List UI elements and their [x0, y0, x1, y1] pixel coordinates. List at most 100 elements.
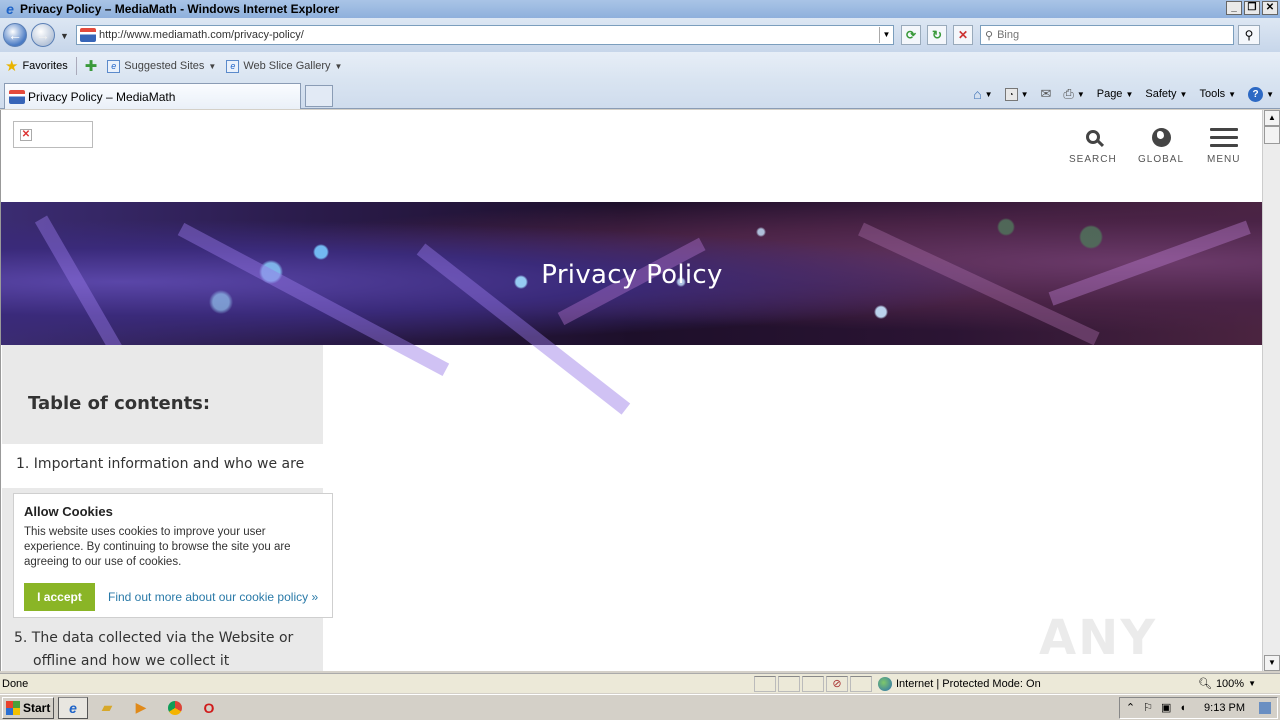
site-favicon-icon [80, 28, 96, 42]
search-go-button[interactable]: ⚲ [1238, 25, 1260, 45]
address-url[interactable]: http://www.mediamath.com/privacy-policy/ [99, 29, 879, 41]
window-controls: _ ❐ ✕ [1226, 1, 1278, 15]
site-logo[interactable]: ✕ [13, 121, 93, 148]
favorites-bar: ★ Favorites ✚ e Suggested Sites ▼ e Web … [0, 52, 1280, 80]
suggested-sites-link[interactable]: e Suggested Sites ▼ [107, 59, 216, 73]
page-title: Privacy Policy [541, 260, 723, 290]
search-nav-label: SEARCH [1069, 154, 1117, 165]
help-menu[interactable]: ? ▼ [1248, 86, 1274, 102]
compatibility-view-button[interactable]: ⟳ [901, 25, 921, 45]
zoom-level: 100% [1215, 677, 1245, 690]
add-to-favorites-icon[interactable]: ✚ [85, 57, 98, 75]
global-nav-button[interactable]: GLOBAL [1138, 126, 1184, 165]
anyrun-watermark: ANY RUN [1039, 610, 1159, 671]
toc-item[interactable]: 1. Important information and who we are [2, 444, 323, 488]
print-button[interactable]: ⎙ ▼ [1063, 86, 1084, 102]
minimize-button[interactable]: _ [1226, 1, 1242, 15]
refresh-button[interactable]: ↻ [927, 25, 947, 45]
scroll-thumb[interactable] [1264, 126, 1280, 144]
search-box[interactable]: ⚲ [980, 25, 1234, 45]
chevron-down-icon: ▼ [984, 89, 993, 99]
show-desktop-icon[interactable] [1259, 701, 1271, 714]
menu-nav-label: MENU [1207, 154, 1241, 165]
favorites-button[interactable]: Favorites [22, 60, 67, 72]
search-input[interactable] [997, 29, 1218, 41]
toc-item-label: 1. Important information and who we are [16, 456, 305, 472]
ie-icon: e [69, 699, 77, 716]
accept-cookies-button[interactable]: I accept [24, 583, 95, 611]
taskbar-explorer-button[interactable]: ▰ [92, 697, 122, 719]
tools-menu[interactable]: Tools ▼ [1199, 88, 1236, 100]
global-nav-label: GLOBAL [1138, 154, 1185, 165]
restore-button[interactable]: ❐ [1244, 1, 1260, 15]
page-menu[interactable]: Page ▼ [1097, 88, 1134, 100]
recent-pages-dropdown-icon[interactable]: ▼ [60, 31, 69, 41]
taskbar-chrome-button[interactable] [160, 697, 190, 719]
home-button[interactable]: ⌂ ▼ [973, 86, 992, 102]
toc-item[interactable]: 5. The data collected via the Website or… [14, 627, 293, 671]
cookie-consent-banner: Allow Cookies This website uses cookies … [13, 493, 333, 618]
folder-icon: ▰ [101, 699, 113, 715]
status-text: Done [2, 677, 29, 690]
web-slice-gallery-link[interactable]: e Web Slice Gallery ▼ [226, 59, 342, 73]
address-bar[interactable]: http://www.mediamath.com/privacy-policy/… [76, 25, 894, 45]
start-label: Start [23, 700, 51, 715]
search-icon: ⚲ [985, 29, 994, 42]
taskbar-opera-button[interactable]: O [194, 697, 224, 719]
read-mail-button[interactable]: ✉ [1041, 86, 1052, 102]
volume-icon[interactable]: ◖ [1179, 702, 1186, 714]
scroll-down-icon[interactable]: ▼ [1264, 655, 1280, 671]
security-zone[interactable]: Internet | Protected Mode: On [878, 676, 1118, 691]
windows-logo-icon [6, 700, 20, 715]
menu-nav-button[interactable]: MENU [1207, 126, 1240, 165]
hamburger-menu-icon [1209, 127, 1238, 147]
globe-icon [1151, 127, 1171, 147]
status-bar: Done ⊘ Internet | Protected Mode: On 🔍︎ … [0, 673, 1280, 693]
safety-menu[interactable]: Safety ▼ [1145, 88, 1187, 100]
internet-zone-icon [878, 676, 892, 691]
favorites-star-icon[interactable]: ★ [5, 57, 18, 75]
status-cell [754, 675, 776, 692]
mail-icon: ✉ [1040, 86, 1052, 101]
window-title-bar: e Privacy Policy – MediaMath - Windows I… [0, 0, 1280, 18]
close-button[interactable]: ✕ [1262, 1, 1278, 15]
toc-item-label-continued: offline and how we collect it [33, 653, 230, 669]
chevron-down-icon: ▼ [1020, 89, 1029, 99]
popup-blocker-icon[interactable]: ⊘ [826, 675, 848, 692]
status-cell [778, 675, 800, 692]
toc-title: Table of contents: [28, 393, 211, 414]
scroll-up-icon[interactable]: ▲ [1264, 110, 1280, 126]
show-hidden-icons-icon[interactable]: ⌃ [1126, 701, 1135, 714]
vertical-scrollbar[interactable]: ▲ ▼ [1262, 110, 1280, 671]
back-button[interactable]: ← [3, 23, 27, 47]
action-center-flag-icon[interactable]: ⚐ [1143, 701, 1153, 714]
ie-page-icon: e [226, 59, 240, 73]
cookie-text: This website uses cookies to improve you… [24, 526, 291, 568]
printer-icon: ⎙ [1063, 86, 1074, 101]
taskbar-ie-button[interactable]: e [58, 696, 88, 719]
search-nav-button[interactable]: SEARCH [1069, 126, 1117, 165]
cookie-policy-link[interactable]: Find out more about our cookie policy » [108, 590, 318, 604]
chevron-down-icon: ▼ [1179, 89, 1188, 99]
chevron-down-icon: ▼ [1076, 89, 1085, 99]
status-cell [850, 675, 872, 692]
taskbar-media-player-button[interactable]: ▶ [126, 697, 156, 719]
new-tab-button[interactable] [305, 85, 333, 107]
media-player-icon: ▶ [135, 699, 147, 715]
forward-button[interactable]: → [31, 23, 55, 47]
page-menu-label: Page [1096, 88, 1123, 100]
navigation-bar: ← → ▼ http://www.mediamath.com/privacy-p… [0, 18, 1280, 52]
start-button[interactable]: Start [2, 696, 54, 719]
page-viewport: ✕ SEARCH GLOBAL MENU Privacy Policy Tabl… [0, 110, 1262, 671]
toc-item-label: 5. The data collected via the Website or [14, 630, 294, 646]
tab-label: Privacy Policy – MediaMath [28, 89, 176, 104]
network-icon[interactable]: ▣ [1161, 701, 1171, 714]
address-dropdown-icon[interactable]: ▼ [879, 27, 893, 43]
security-zone-label: Internet | Protected Mode: On [896, 677, 1041, 690]
toc-header: Table of contents: [2, 345, 323, 444]
feeds-button[interactable]: ◔ ▼ [1004, 87, 1029, 101]
zoom-control[interactable]: 🔍︎ 100% ▼ [1198, 677, 1256, 691]
tab-privacy-policy[interactable]: Privacy Policy – MediaMath [4, 83, 301, 109]
clock[interactable]: 9:13 PM [1204, 702, 1245, 714]
stop-button[interactable]: ✕ [953, 25, 973, 45]
